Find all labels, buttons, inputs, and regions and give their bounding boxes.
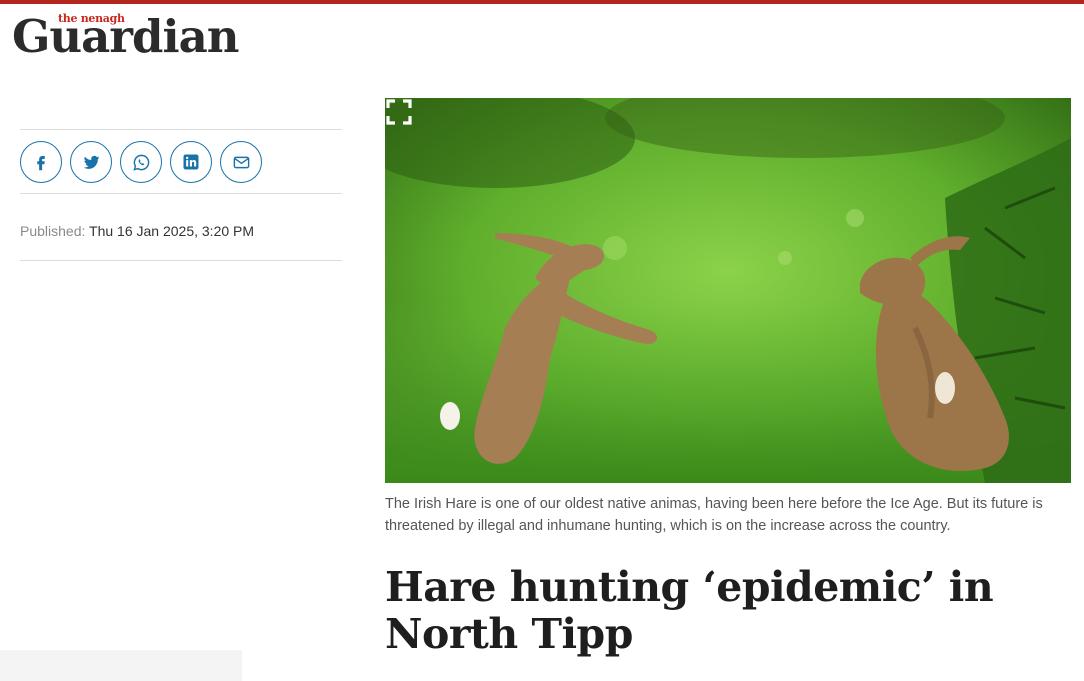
image-caption: The Irish Hare is one of our oldest nati… xyxy=(385,496,1043,534)
top-accent-bar xyxy=(0,0,1084,4)
divider xyxy=(20,129,342,130)
share-email-button[interactable] xyxy=(220,141,262,183)
article-headline: Hare hunting ‘epidemic’ in North Tipp xyxy=(385,563,994,658)
published-date: Published: Thu 16 Jan 2025, 3:20 PM xyxy=(20,222,254,240)
hare-photo xyxy=(385,98,1071,483)
logo-subtitle: the nenagh xyxy=(58,12,125,25)
facebook-icon xyxy=(37,156,45,171)
logo-title: Guardian xyxy=(12,10,239,63)
share-facebook-button[interactable] xyxy=(20,141,62,183)
email-icon xyxy=(233,156,249,168)
whatsapp-icon xyxy=(132,154,149,171)
divider xyxy=(20,193,342,194)
twitter-icon xyxy=(83,155,99,169)
share-bar xyxy=(20,141,262,183)
article-hero-image[interactable] xyxy=(385,98,1071,483)
divider xyxy=(20,260,342,261)
share-linkedin-button[interactable] xyxy=(170,141,212,183)
expand-icon[interactable] xyxy=(385,98,413,126)
linkedin-icon xyxy=(183,154,199,170)
sidebar-placeholder-panel xyxy=(0,650,242,681)
published-value: Thu 16 Jan 2025, 3:20 PM xyxy=(89,223,255,239)
published-label: Published: xyxy=(20,223,86,239)
share-twitter-button[interactable] xyxy=(70,141,112,183)
share-whatsapp-button[interactable] xyxy=(120,141,162,183)
site-logo[interactable]: Guardian the nenagh xyxy=(12,8,272,63)
